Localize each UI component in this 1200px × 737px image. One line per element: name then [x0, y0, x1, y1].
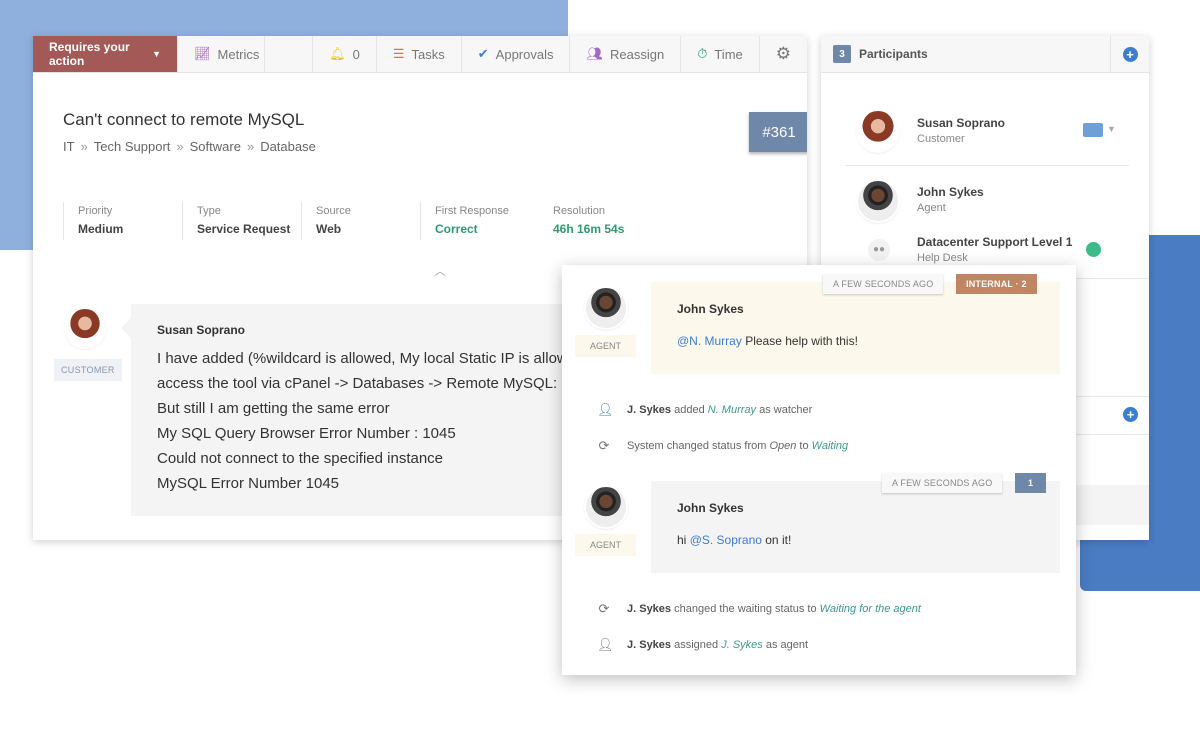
contact-card-icon[interactable] — [1083, 123, 1103, 137]
label: Time — [714, 46, 743, 62]
avatar — [858, 181, 898, 221]
prop-first-response: First Response Correct — [420, 202, 539, 240]
list-icon: ☰ — [392, 46, 405, 61]
name: John Sykes — [917, 185, 984, 199]
name: Datacenter Support Level 1 — [917, 235, 1073, 249]
add-participant-button[interactable]: + — [1110, 35, 1149, 73]
timestamp: A FEW SECONDS AGO — [823, 274, 944, 294]
value: Service Request — [197, 222, 291, 236]
event-status-changed: ⟳ System changed status from Open to Wait… — [598, 438, 849, 453]
value: Web — [316, 222, 342, 236]
label: Metrics — [217, 46, 260, 62]
prop-type[interactable]: Type Service Request — [182, 202, 301, 240]
collapse-chevron-icon[interactable]: ︿ — [434, 262, 446, 279]
participant[interactable]: Susan Soprano Customer — [917, 116, 1005, 145]
tasks-button[interactable]: ☰ Tasks — [377, 36, 462, 72]
caret-down-icon[interactable]: ▼ — [1107, 124, 1116, 134]
message-number-badge: 1 — [1015, 473, 1047, 493]
breadcrumb-item[interactable]: Software — [190, 139, 241, 154]
ticket-id-badge: #361 — [749, 112, 807, 152]
value: Medium — [78, 222, 124, 236]
event-waiting-status: ⟳ J. Sykes changed the waiting status to … — [598, 601, 921, 616]
notifications-button[interactable]: 🔔︎ 0 — [313, 36, 377, 72]
label: Resolution — [553, 205, 605, 217]
event-watcher-added: 👤︎ J. Sykes added N. Murray as watcher — [597, 402, 813, 417]
message-text: hi — [677, 533, 690, 547]
chart-icon: 📈︎ — [194, 46, 211, 61]
message-text: on it! — [761, 533, 792, 547]
participant-count: 3 — [833, 45, 851, 63]
message-author: John Sykes — [677, 302, 744, 316]
label: Tasks — [411, 46, 445, 62]
mention-link[interactable]: @N. Murray — [677, 334, 742, 348]
user-edit-icon: 👤︎ — [597, 637, 614, 652]
approvals-button[interactable]: ✔ Approvals — [462, 36, 571, 72]
label: Source — [316, 205, 351, 217]
label: Priority — [78, 205, 113, 217]
internal-badge: INTERNAL · 2 — [956, 274, 1037, 294]
truck-clock-icon: ⏱ — [697, 46, 708, 61]
internal-note: A FEW SECONDS AGO INTERNAL · 2 John Syke… — [651, 274, 1060, 374]
role-badge: AGENT — [575, 335, 636, 357]
ticket-properties: Priority Medium Type Service Request Sourc… — [63, 202, 658, 240]
metrics-tab[interactable]: 📈︎ Metrics — [178, 36, 265, 72]
panel-title: Participants — [859, 47, 928, 61]
label: Approvals — [495, 46, 554, 62]
refresh-icon: ⟳ — [598, 601, 610, 616]
plus-icon[interactable]: + — [1123, 407, 1138, 422]
message-author: John Sykes — [677, 501, 744, 515]
role-badge: CUSTOMER — [54, 359, 122, 381]
time-button[interactable]: ⏱ Time — [681, 36, 760, 72]
breadcrumb-item[interactable]: Tech Support — [94, 139, 171, 154]
reassign-button[interactable]: 👥︎ Reassign — [570, 36, 682, 72]
role-badge: AGENT — [575, 534, 636, 556]
reply-message: A FEW SECONDS AGO 1 John Sykes hi @S. So… — [651, 473, 1060, 573]
name: Susan Soprano — [917, 116, 1006, 130]
mention-link[interactable]: @S. Soprano — [690, 533, 762, 547]
bell-icon: 🔔︎ — [329, 46, 346, 61]
prop-source[interactable]: Source Web — [301, 202, 420, 240]
clock-icon — [1086, 242, 1101, 257]
avatar — [586, 487, 626, 527]
breadcrumb-item[interactable]: Database — [260, 139, 316, 154]
role: Customer — [917, 133, 965, 145]
breadcrumb-item[interactable]: IT — [63, 139, 75, 154]
gear-icon: ⚙ — [775, 44, 791, 63]
timeline-panel: AGENT A FEW SECONDS AGO INTERNAL · 2 Joh… — [562, 265, 1076, 675]
value: Correct — [435, 222, 478, 236]
role: Agent — [917, 202, 946, 214]
label: Requires your action — [49, 40, 130, 68]
value: 46h 16m 54s — [553, 222, 625, 236]
refresh-icon: ⟳ — [598, 438, 610, 453]
participant[interactable]: Datacenter Support Level 1 Help Desk — [917, 235, 1072, 264]
role: Help Desk — [917, 252, 968, 264]
breadcrumb: IT» Tech Support» Software» Database — [63, 139, 316, 154]
user-plus-icon: 👤︎ — [597, 402, 614, 417]
users-icon: 👥︎ — [586, 46, 603, 61]
ticket-title: Can't connect to remote MySQL — [63, 110, 305, 129]
avatar — [66, 309, 104, 347]
requires-action-dropdown[interactable]: Requires your action ▼ — [33, 36, 178, 72]
settings-button[interactable]: ⚙ — [760, 36, 807, 72]
participant[interactable]: John Sykes Agent — [917, 185, 984, 214]
participants-header: 3 Participants + — [821, 35, 1149, 73]
timestamp: A FEW SECONDS AGO — [882, 473, 1003, 493]
check-circle-icon: ✔ — [477, 46, 489, 61]
avatar — [858, 111, 898, 151]
prop-resolution: Resolution 46h 16m 54s — [539, 202, 658, 240]
avatar — [586, 288, 626, 328]
caret-down-icon: ▼ — [152, 49, 161, 59]
event-assigned: 👤︎ J. Sykes assigned J. Sykes as agent — [597, 637, 809, 652]
label: First Response — [435, 205, 509, 217]
message-text: Please help with this! — [741, 334, 858, 348]
group-icon: ●● — [868, 239, 890, 261]
toolbar: Requires your action ▼ 📈︎ Metrics 🔔︎ 0 ☰ Tas… — [33, 36, 807, 73]
label: Reassign — [610, 46, 665, 62]
prop-priority[interactable]: Priority Medium — [63, 202, 182, 240]
label: Type — [197, 205, 221, 217]
label: 0 — [352, 46, 360, 62]
plus-icon: + — [1122, 46, 1138, 62]
